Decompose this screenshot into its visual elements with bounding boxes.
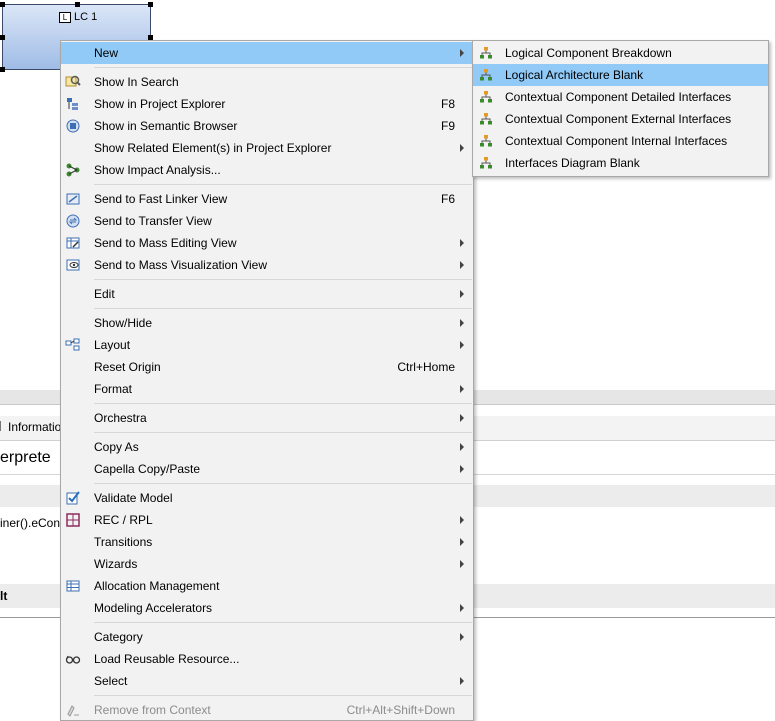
information-tab-label: Informatio: [8, 420, 62, 434]
allocation-icon: [66, 580, 80, 592]
menu-item-reset-origin[interactable]: Reset Origin Ctrl+Home: [61, 356, 473, 378]
component-label: LC 1: [74, 11, 98, 23]
info-tab-icon: [0, 421, 6, 431]
menu-item-load-reusable-resource[interactable]: Load Reusable Resource...: [61, 648, 473, 670]
component-title: L LC 1: [59, 11, 97, 23]
remove-context-icon: [67, 705, 79, 717]
menu-item-format[interactable]: Format: [61, 378, 473, 400]
submenu-item-contextual-component-internal-interfaces[interactable]: Contextual Component Internal Interfaces: [473, 130, 768, 152]
new-submenu: Logical Component Breakdown Logical Arch…: [472, 40, 769, 177]
menu-item-send-to-fast-linker[interactable]: Send to Fast Linker View F6: [61, 188, 473, 210]
glasses-icon: [65, 655, 81, 664]
component-icon: L: [59, 11, 71, 23]
information-tab[interactable]: Informatio: [0, 420, 61, 434]
menu-separator: [94, 622, 472, 623]
diagram-icon: [480, 69, 492, 81]
submenu-arrow-icon: [460, 414, 464, 422]
submenu-item-logical-component-breakdown[interactable]: Logical Component Breakdown: [473, 42, 768, 64]
menu-item-rec-rpl[interactable]: REC / RPL: [61, 509, 473, 531]
submenu-item-interfaces-diagram-blank[interactable]: Interfaces Diagram Blank: [473, 152, 768, 174]
resize-handle[interactable]: [0, 67, 5, 72]
submenu-item-contextual-component-external-interfaces[interactable]: Contextual Component External Interfaces: [473, 108, 768, 130]
menu-item-show-in-semantic-browser[interactable]: Show in Semantic Browser F9: [61, 115, 473, 137]
diagram-icon: [480, 47, 492, 59]
menu-separator: [94, 695, 472, 696]
validate-icon: [66, 491, 80, 505]
menu-item-show-impact-analysis[interactable]: Show Impact Analysis...: [61, 159, 473, 181]
menu-item-remove-from-context: Remove from Context Ctrl+Alt+Shift+Down: [61, 699, 473, 721]
layout-icon: [65, 338, 80, 351]
semantic-browser-icon: [66, 119, 80, 133]
menu-item-select[interactable]: Select: [61, 670, 473, 692]
menu-separator: [94, 432, 472, 433]
submenu-arrow-icon: [460, 290, 464, 298]
menu-item-orchestra[interactable]: Orchestra: [61, 407, 473, 429]
submenu-arrow-icon: [460, 516, 464, 524]
search-icon: [65, 75, 81, 87]
menu-separator: [94, 403, 472, 404]
resize-handle[interactable]: [148, 2, 153, 7]
menu-item-validate-model[interactable]: Validate Model: [61, 487, 473, 509]
submenu-item-contextual-component-detailed-interfaces[interactable]: Contextual Component Detailed Interfaces: [473, 86, 768, 108]
menu-separator: [94, 308, 472, 309]
interpreter-title: erprete: [0, 449, 51, 466]
submenu-arrow-icon: [460, 144, 464, 152]
menu-item-modeling-accelerators[interactable]: Modeling Accelerators: [61, 597, 473, 619]
diagram-icon: [480, 157, 492, 169]
menu-item-new[interactable]: New: [61, 42, 473, 64]
submenu-arrow-icon: [460, 604, 464, 612]
mass-editing-icon: [66, 237, 80, 249]
impact-analysis-icon: [66, 163, 80, 177]
menu-item-edit[interactable]: Edit: [61, 283, 473, 305]
fast-linker-icon: [66, 193, 80, 205]
submenu-arrow-icon: [460, 261, 464, 269]
submenu-arrow-icon: [460, 677, 464, 685]
menu-item-show-in-search[interactable]: Show In Search: [61, 71, 473, 93]
submenu-arrow-icon: [460, 319, 464, 327]
submenu-arrow-icon: [460, 49, 464, 57]
submenu-arrow-icon: [460, 239, 464, 247]
menu-item-show-related-elements[interactable]: Show Related Element(s) in Project Explo…: [61, 137, 473, 159]
submenu-arrow-icon: [460, 443, 464, 451]
menu-item-transitions[interactable]: Transitions: [61, 531, 473, 553]
diagram-icon: [480, 135, 492, 147]
menu-item-capella-copy-paste[interactable]: Capella Copy/Paste: [61, 458, 473, 480]
menu-item-send-to-transfer[interactable]: Send to Transfer View: [61, 210, 473, 232]
submenu-arrow-icon: [460, 560, 464, 568]
diagram-icon: [480, 113, 492, 125]
menu-item-category[interactable]: Category: [61, 626, 473, 648]
menu-item-show-in-project-explorer[interactable]: Show in Project Explorer F8: [61, 93, 473, 115]
submenu-arrow-icon: [460, 538, 464, 546]
mass-visualization-icon: [66, 259, 80, 271]
rec-rpl-icon: [66, 513, 80, 527]
diagram-icon: [480, 91, 492, 103]
menu-separator: [94, 279, 472, 280]
result-label: lt: [0, 589, 8, 603]
menu-separator: [94, 184, 472, 185]
submenu-arrow-icon: [460, 385, 464, 393]
submenu-arrow-icon: [460, 465, 464, 473]
menu-item-layout[interactable]: Layout: [61, 334, 473, 356]
menu-item-allocation-management[interactable]: Allocation Management: [61, 575, 473, 597]
menu-item-send-to-mass-editing[interactable]: Send to Mass Editing View: [61, 232, 473, 254]
submenu-arrow-icon: [460, 341, 464, 349]
menu-item-copy-as[interactable]: Copy As: [61, 436, 473, 458]
expression-text: iner().eCon: [0, 516, 61, 530]
context-menu: New Show In Search Show in Project Explo…: [60, 40, 474, 721]
resize-handle[interactable]: [0, 2, 5, 7]
resize-handle[interactable]: [0, 35, 5, 40]
submenu-arrow-icon: [460, 633, 464, 641]
menu-item-send-to-mass-visualization[interactable]: Send to Mass Visualization View: [61, 254, 473, 276]
menu-item-wizards[interactable]: Wizards: [61, 553, 473, 575]
resize-handle[interactable]: [75, 2, 80, 7]
menu-separator: [94, 483, 472, 484]
menu-separator: [94, 67, 472, 68]
menu-item-show-hide[interactable]: Show/Hide: [61, 312, 473, 334]
submenu-item-logical-architecture-blank[interactable]: Logical Architecture Blank: [473, 64, 768, 86]
project-explorer-icon: [67, 98, 78, 110]
transfer-icon: [66, 214, 80, 228]
